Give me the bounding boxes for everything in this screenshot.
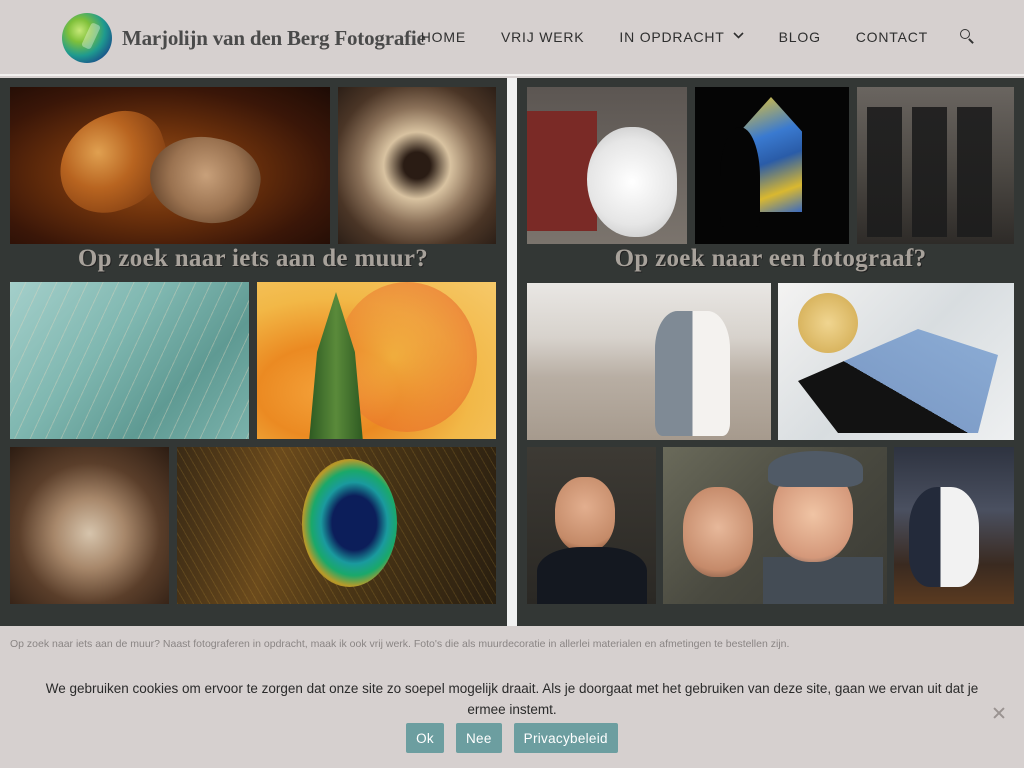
photo-groomsmen [857,87,1014,244]
nav-item-in-opdracht[interactable]: IN OPDRACHT [619,29,744,45]
nav-item-blog[interactable]: BLOG [779,29,821,45]
privacy-policy-button[interactable]: Privacybeleid [513,723,618,753]
logo-link[interactable]: Marjolijn van den Berg Fotografie [62,13,426,63]
commission-collage[interactable]: Op zoek naar een fotograaf? [517,78,1024,626]
photo-woman-portrait [778,283,1014,440]
nav-item-vrij-werk[interactable]: VRIJ WERK [501,29,584,45]
commission-caption: Op zoek naar een fotograaf? [614,245,927,272]
cookie-notice: We gebruiken cookies om ervoor te zorgen… [0,660,1024,768]
chevron-down-icon [733,30,744,42]
cookie-ok-button[interactable]: Ok [406,723,444,753]
photo-couple-outdoor [894,447,1014,604]
photo-seed-heads [10,447,169,604]
intro-text: Op zoek naar iets aan de muur? Naast fot… [10,638,790,650]
photo-lanterns [10,87,330,244]
photo-water-drops [10,282,249,439]
photo-church-window [695,87,849,244]
photo-leaf-bud [257,282,496,439]
nav-item-home[interactable]: HOME [421,29,466,45]
panel-divider [507,78,517,626]
nav-item-in-opdracht-label: IN OPDRACHT [619,29,725,45]
cookie-buttons: Ok Nee Privacybeleid [0,723,1024,753]
photo-peacock-feather [177,447,496,604]
photo-laughing-couple [663,447,887,604]
free-work-collage[interactable]: Op zoek naar iets aan de muur? [0,78,507,626]
logo-icon [62,13,112,63]
free-work-caption: Op zoek naar iets aan de muur? [77,245,429,272]
cookie-text: We gebruiken cookies om ervoor te zorgen… [45,681,979,717]
photo-wedding-above [527,87,687,244]
cookie-nee-button[interactable]: Nee [455,723,502,753]
site-header: Marjolijn van den Berg Fotografie HOME V… [0,0,1024,76]
nav-item-contact[interactable]: CONTACT [856,29,928,45]
search-icon[interactable] [958,28,976,46]
photo-dandelion [338,87,496,244]
main-nav: HOME VRIJ WERK IN OPDRACHT BLOG CONTACT [421,28,976,46]
close-icon[interactable] [992,706,1006,720]
photo-beach-couple [527,283,771,440]
logo-text: Marjolijn van den Berg Fotografie [122,25,426,50]
photo-smiling-woman [527,447,656,604]
